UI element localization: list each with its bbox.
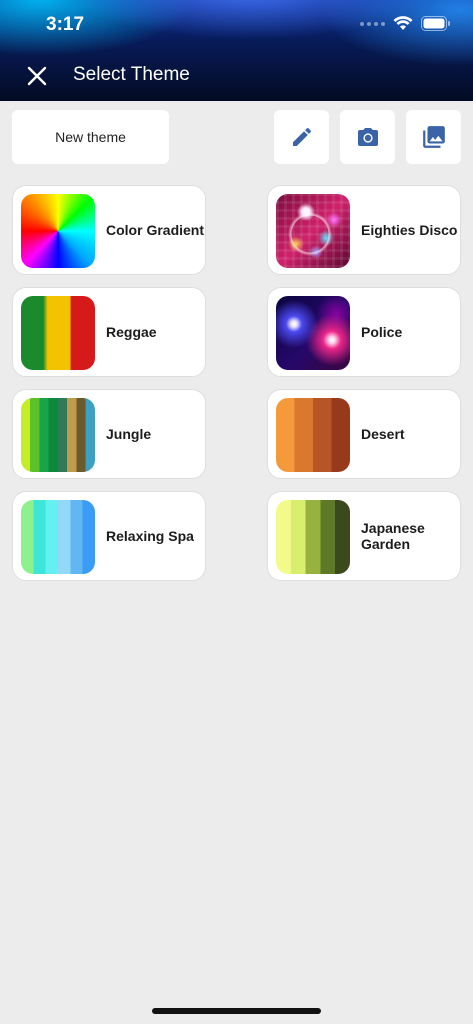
theme-thumbnail <box>21 296 95 370</box>
page-title: Select Theme <box>73 64 190 85</box>
theme-name: Reggae <box>106 324 157 340</box>
app-header: 3:17 Select Theme <box>0 0 473 101</box>
theme-thumbnail <box>21 194 95 268</box>
theme-thumbnail <box>276 500 350 574</box>
signal-dots-icon <box>360 21 385 26</box>
status-icons <box>360 16 451 31</box>
theme-card-police[interactable]: Police <box>267 287 461 377</box>
theme-card-japanese-garden[interactable]: Japanese Garden <box>267 491 461 581</box>
theme-name: Relaxing Spa <box>106 528 194 544</box>
theme-name: Color Gradient <box>106 222 205 238</box>
theme-name: Jungle <box>106 426 152 442</box>
gallery-icon <box>422 126 445 148</box>
close-icon[interactable] <box>26 65 48 87</box>
edit-button[interactable] <box>274 110 329 164</box>
theme-name: Japanese Garden <box>361 520 425 552</box>
theme-thumbnail <box>276 194 350 268</box>
theme-thumbnail <box>21 500 95 574</box>
theme-name: Desert <box>361 426 405 442</box>
theme-card-desert[interactable]: Desert <box>267 389 461 479</box>
toolbar: New theme <box>0 110 473 165</box>
camera-icon <box>357 128 378 146</box>
home-indicator[interactable] <box>152 1008 321 1014</box>
theme-card-relaxing-spa[interactable]: Relaxing Spa <box>12 491 206 581</box>
theme-thumbnail <box>276 398 350 472</box>
wifi-icon <box>393 16 413 31</box>
battery-icon <box>421 16 451 31</box>
theme-name: Eighties Disco <box>361 222 458 238</box>
theme-card-eighties-disco[interactable]: Eighties Disco <box>267 185 461 275</box>
new-theme-button[interactable]: New theme <box>12 110 169 164</box>
gallery-button[interactable] <box>406 110 461 164</box>
camera-button[interactable] <box>340 110 395 164</box>
theme-thumbnail <box>276 296 350 370</box>
status-time: 3:17 <box>46 14 85 35</box>
theme-card-jungle[interactable]: Jungle <box>12 389 206 479</box>
theme-thumbnail <box>21 398 95 472</box>
theme-card-reggae[interactable]: Reggae <box>12 287 206 377</box>
theme-card-color-gradient[interactable]: Color Gradient <box>12 185 206 275</box>
theme-name: Police <box>361 324 403 340</box>
edit-icon <box>292 127 311 146</box>
